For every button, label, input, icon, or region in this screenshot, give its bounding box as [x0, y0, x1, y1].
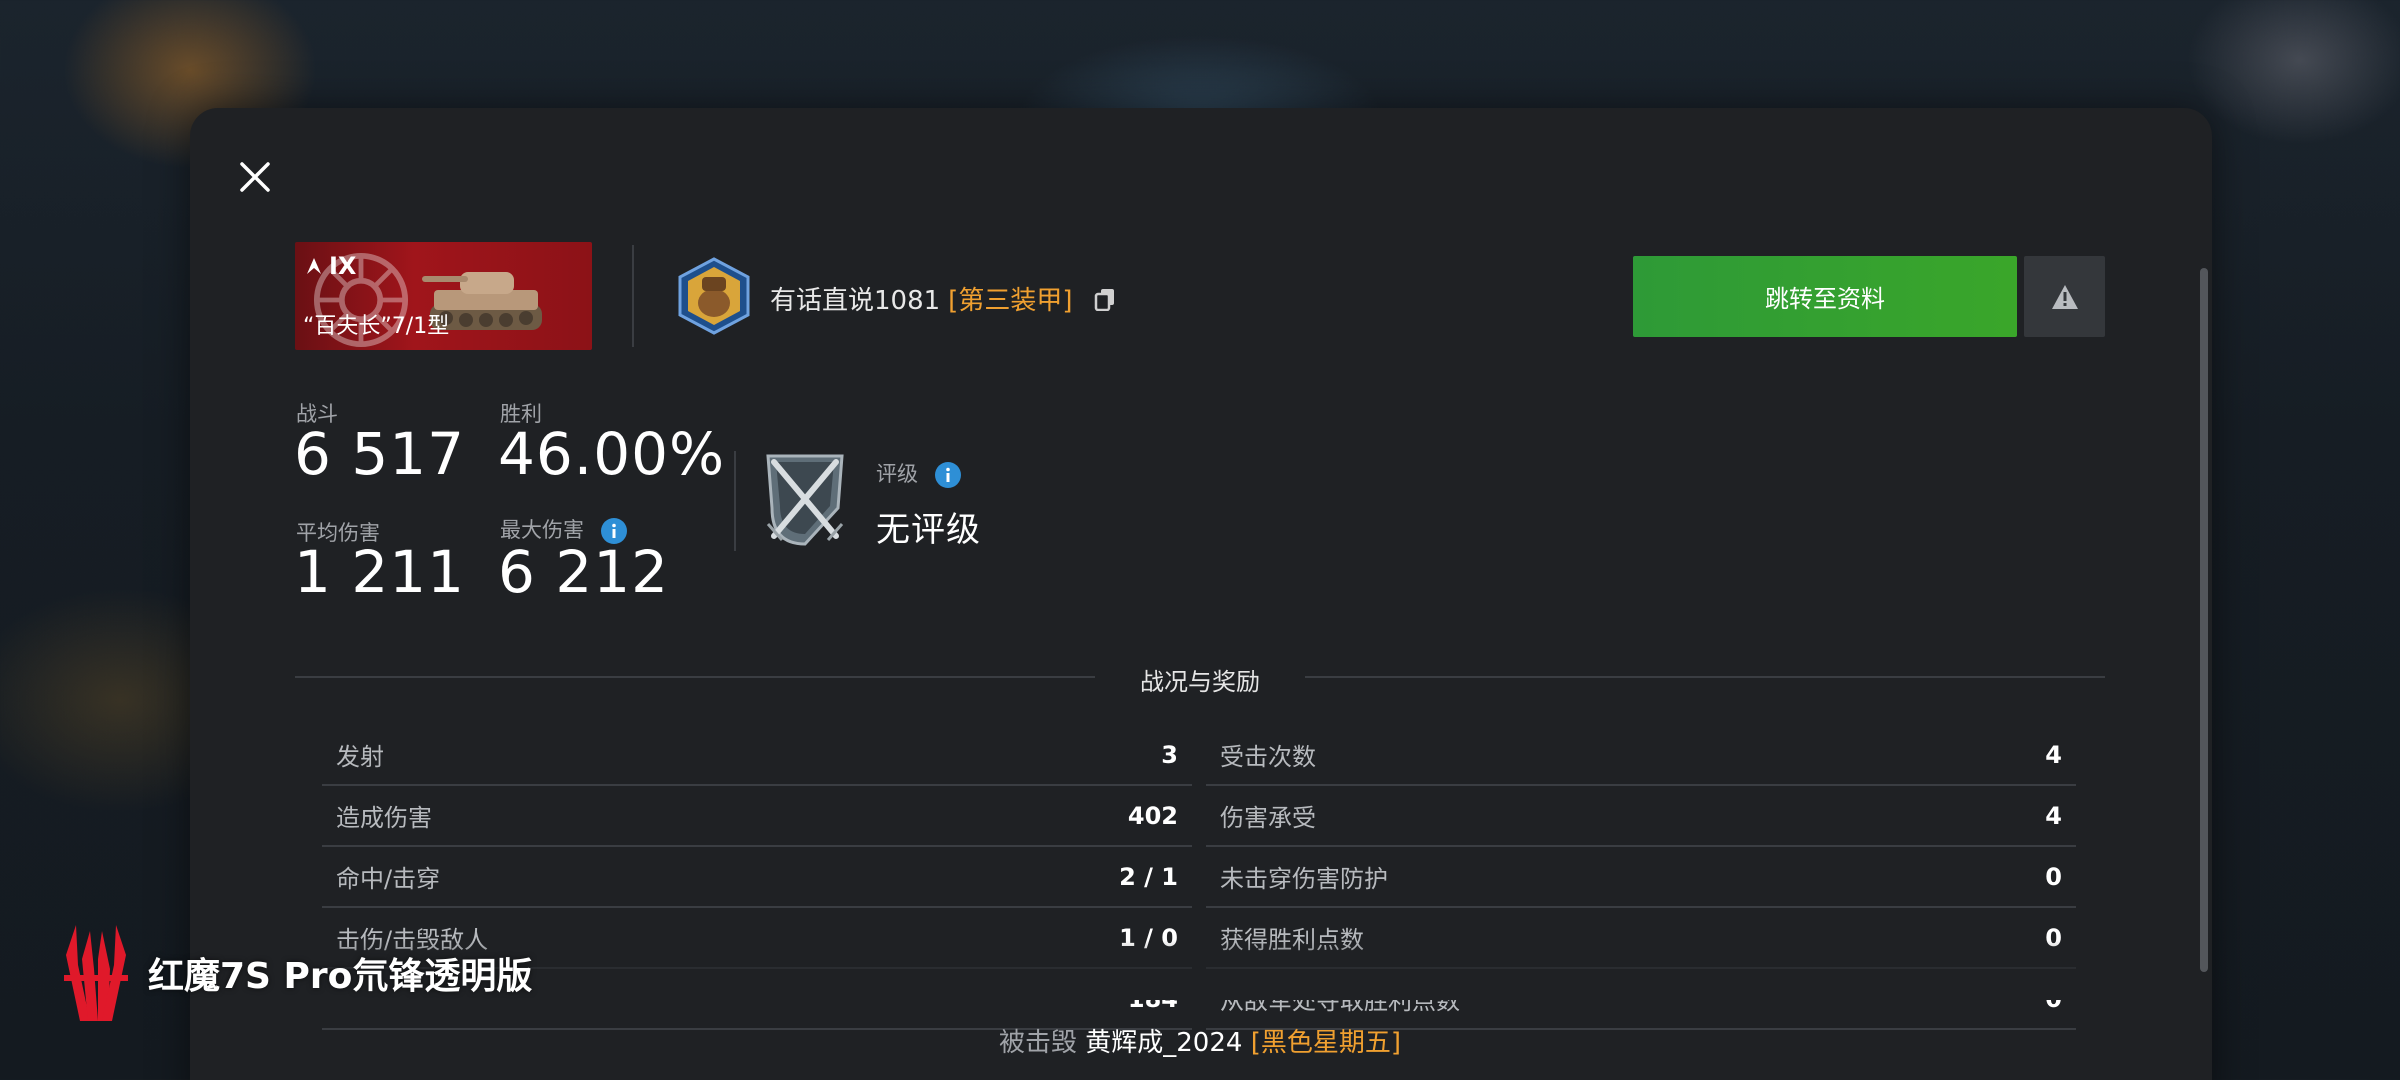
- table-row: 发射 3: [322, 725, 1192, 786]
- rating-shield-icon: [766, 454, 844, 546]
- tank-tier-label: IX: [329, 252, 357, 280]
- rating-label-wrap: 评级: [876, 458, 961, 488]
- tank-name: “百夫长”7/1型: [303, 314, 450, 339]
- rating-value: 无评级: [876, 510, 981, 550]
- report-button[interactable]: [2024, 256, 2105, 337]
- row-label: 命中/击穿: [336, 865, 441, 893]
- section-line-left: [295, 676, 1095, 678]
- device-watermark-text: 红魔7S Pro氘锋透明版: [148, 956, 533, 997]
- row-label: 受击次数: [1220, 743, 1316, 771]
- tank-card[interactable]: IX “百夫长”7/1型: [295, 242, 592, 350]
- copy-icon[interactable]: [1094, 287, 1116, 311]
- header-divider: [632, 245, 634, 347]
- tank-type-icon: [307, 258, 321, 274]
- row-label: 伤害承受: [1220, 804, 1316, 832]
- row-label: 未击穿伤害防护: [1220, 865, 1388, 893]
- battles-value: 6 517: [294, 420, 466, 488]
- close-icon[interactable]: [238, 160, 272, 194]
- row-label: 造成伤害: [336, 804, 432, 832]
- row-value: 3: [1161, 740, 1178, 769]
- table-row: 未击穿伤害防护 0: [1206, 847, 2076, 908]
- table-row: 造成伤害 402: [322, 786, 1192, 847]
- device-watermark: 红魔7S Pro氘锋透明版: [60, 925, 532, 1021]
- go-to-profile-button[interactable]: 跳转至资料: [1633, 256, 2017, 337]
- section-title: 战况与奖励: [1140, 668, 1260, 696]
- player-info: 有话直说1081 [第三装甲]: [770, 280, 1116, 317]
- row-value: 4: [2045, 740, 2062, 769]
- max-damage-value: 6 212: [498, 538, 670, 606]
- killer-clan[interactable]: [黑色星期五]: [1251, 1028, 1401, 1058]
- player-name: 有话直说1081: [770, 286, 941, 316]
- killer-name[interactable]: 黄辉成_2024: [1085, 1028, 1242, 1058]
- red-magic-logo-icon: [64, 925, 128, 1021]
- table-row: 受击次数 4: [1206, 725, 2076, 786]
- section-line-right: [1305, 676, 2105, 678]
- player-avatar[interactable]: [678, 257, 750, 335]
- destroyed-by-label: 被击毁: [998, 1028, 1077, 1058]
- winrate-value: 46.00%: [498, 420, 726, 488]
- row-value: 0: [2045, 862, 2062, 891]
- row-value: 402: [1127, 801, 1178, 830]
- stats-divider: [734, 451, 736, 551]
- table-row: 伤害承受 4: [1206, 786, 2076, 847]
- row-label: 发射: [336, 743, 384, 771]
- warning-icon: [2051, 284, 2078, 309]
- player-clan[interactable]: [第三装甲]: [948, 280, 1072, 317]
- row-value: 2 / 1: [1119, 862, 1178, 891]
- scrollbar[interactable]: [2200, 268, 2208, 972]
- avg-damage-value: 1 211: [294, 538, 466, 606]
- row-value: 4: [2045, 801, 2062, 830]
- rating-label: 评级: [876, 462, 918, 486]
- table-row: 命中/击穿 2 / 1: [322, 847, 1192, 908]
- tank-tier: IX: [305, 252, 356, 280]
- rating-info-icon[interactable]: [934, 462, 961, 488]
- destroyed-by-footer: 被击毁 黄辉成_2024 [黑色星期五]: [0, 1022, 2400, 1059]
